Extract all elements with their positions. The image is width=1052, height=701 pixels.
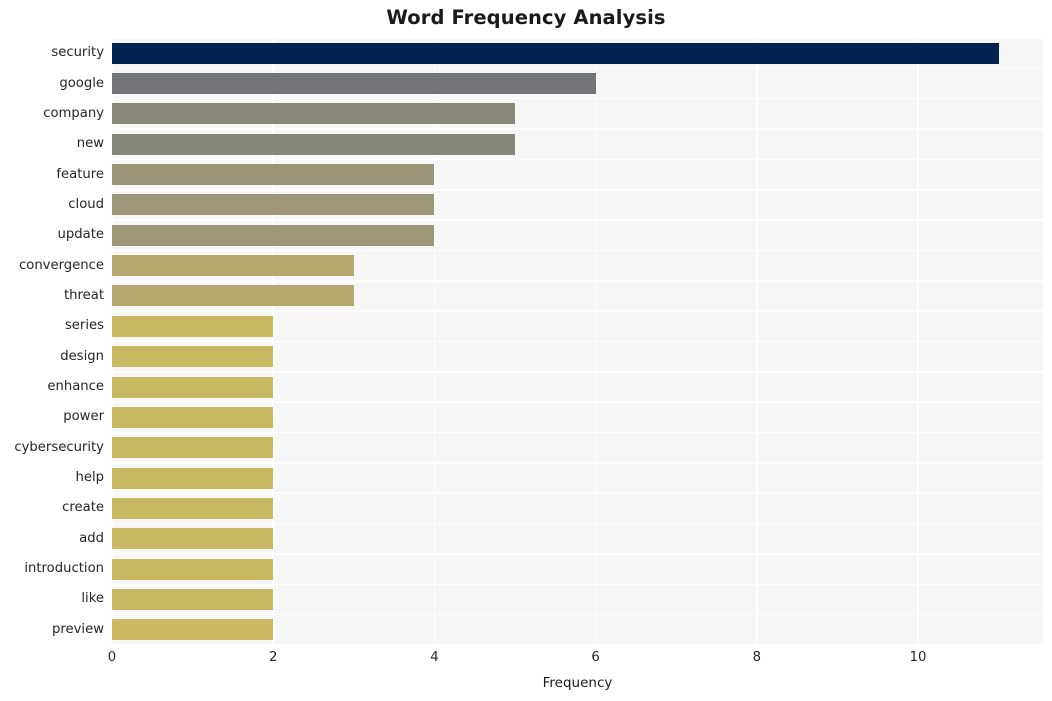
y-axis-tick-labels: security google company new feature cloud upda… xyxy=(0,38,104,645)
gridline-horizontal xyxy=(112,158,1043,161)
bar-power xyxy=(112,406,274,428)
gridline-vertical xyxy=(272,38,274,645)
bar-introduction xyxy=(112,558,274,580)
bar-google xyxy=(112,73,596,95)
gridline-horizontal xyxy=(112,188,1043,191)
y-tick-label: help xyxy=(75,470,104,486)
y-tick-label: add xyxy=(79,530,104,546)
y-tick-label: cybersecurity xyxy=(14,439,104,455)
gridline-vertical xyxy=(433,38,436,645)
bar-series xyxy=(112,315,274,337)
chart-title: Word Frequency Analysis xyxy=(386,6,666,29)
bar-feature xyxy=(112,164,435,186)
y-tick-label: feature xyxy=(56,166,104,182)
plot-area xyxy=(112,38,1043,645)
x-tick-label: 8 xyxy=(752,650,762,665)
y-tick-label: enhance xyxy=(47,379,104,395)
bar-design xyxy=(112,346,274,368)
bar-create xyxy=(112,497,274,519)
gridline-horizontal xyxy=(112,219,1043,221)
gridline-vertical xyxy=(594,38,597,645)
gridline-horizontal xyxy=(112,431,1043,434)
gridline-horizontal xyxy=(112,128,1043,130)
gridline-horizontal xyxy=(112,462,1043,464)
gridline-horizontal xyxy=(112,249,1043,252)
word-frequency-chart-figure: Word Frequency Analysis security google co… xyxy=(0,0,1052,701)
gridline-horizontal xyxy=(112,310,1043,312)
bar-enhance xyxy=(112,376,274,398)
bar-update xyxy=(112,224,435,246)
gridline-horizontal xyxy=(112,522,1043,525)
bar-security xyxy=(112,42,999,64)
gridline-horizontal xyxy=(112,401,1043,403)
x-axis-title: Frequency xyxy=(542,675,613,691)
gridline-horizontal xyxy=(112,583,1043,586)
gridline-horizontal xyxy=(112,97,1043,100)
x-axis-tick-labels: 0 2 4 6 8 10 xyxy=(0,650,1052,672)
gridline-horizontal xyxy=(112,67,1043,70)
y-tick-label: introduction xyxy=(24,561,104,577)
bar-add xyxy=(112,528,274,550)
x-tick-label: 4 xyxy=(430,650,439,665)
bar-threat xyxy=(112,285,354,307)
y-tick-label: new xyxy=(76,136,104,152)
bar-help xyxy=(112,467,274,489)
x-tick-label: 6 xyxy=(591,650,600,665)
bar-convergence xyxy=(112,255,354,277)
y-tick-label: create xyxy=(62,500,104,516)
y-tick-label: cloud xyxy=(68,196,104,212)
gridline-horizontal xyxy=(112,280,1043,282)
bar-new xyxy=(112,133,516,155)
y-tick-label: like xyxy=(81,591,104,607)
bar-preview xyxy=(112,619,274,641)
y-tick-label: preview xyxy=(52,621,104,637)
gridline-horizontal xyxy=(112,371,1043,373)
x-tick-label: 10 xyxy=(909,650,927,665)
gridline-vertical xyxy=(917,38,919,645)
gridline-horizontal xyxy=(112,492,1043,495)
gridline-horizontal xyxy=(112,644,1043,645)
bar-cybersecurity xyxy=(112,437,274,459)
y-tick-label: update xyxy=(57,227,104,243)
bar-company xyxy=(112,103,516,125)
y-tick-label: google xyxy=(59,75,104,91)
y-tick-label: company xyxy=(43,105,104,121)
y-tick-label: threat xyxy=(63,287,104,303)
gridline-horizontal xyxy=(112,38,1043,39)
y-tick-label: convergence xyxy=(19,257,104,273)
x-tick-label: 2 xyxy=(269,650,278,665)
gridline-vertical xyxy=(112,38,113,645)
gridline-horizontal xyxy=(112,613,1043,616)
gridline-horizontal xyxy=(112,340,1043,343)
bar-cloud xyxy=(112,194,435,216)
gridline-vertical xyxy=(756,38,758,645)
y-tick-label: design xyxy=(60,348,104,364)
y-tick-label: security xyxy=(51,45,104,61)
y-tick-label: series xyxy=(64,318,104,334)
bar-like xyxy=(112,588,274,610)
gridline-horizontal xyxy=(112,553,1043,555)
x-tick-label: 0 xyxy=(107,650,117,665)
y-tick-label: power xyxy=(63,409,104,425)
